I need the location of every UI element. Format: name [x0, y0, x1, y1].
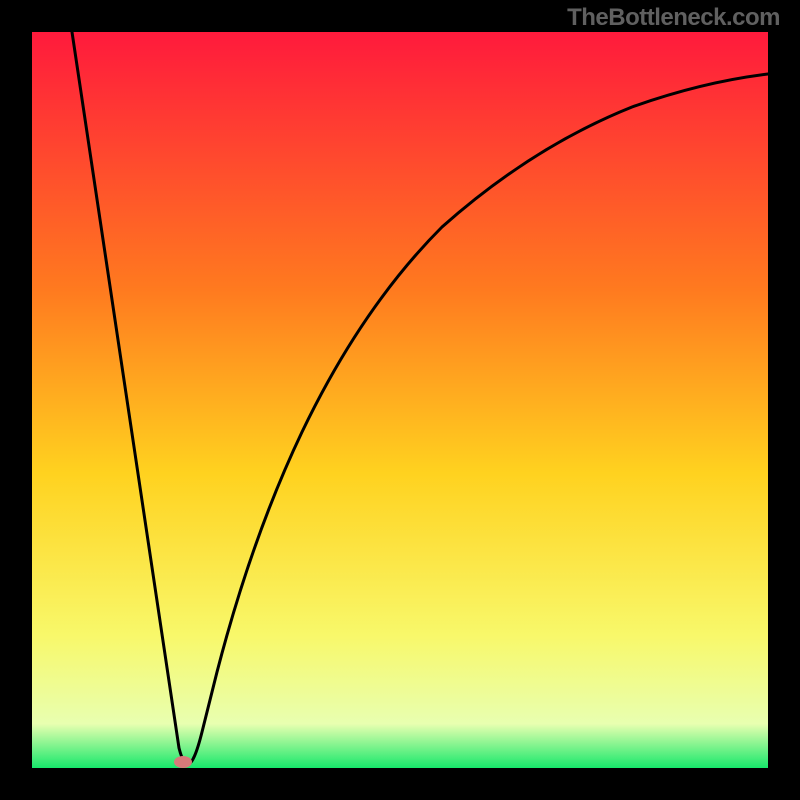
bottleneck-plot [32, 32, 768, 768]
chart-frame: TheBottleneck.com [0, 0, 800, 800]
gradient-background [32, 32, 768, 768]
watermark-text: TheBottleneck.com [567, 4, 780, 32]
minimum-marker [174, 756, 192, 768]
